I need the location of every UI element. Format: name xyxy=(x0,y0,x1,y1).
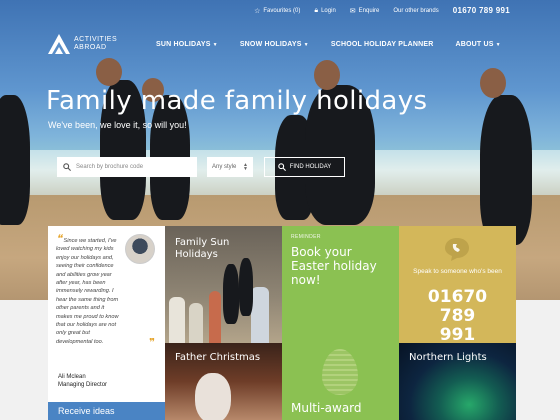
testimonial-quote: Since we started, I've loved watching my… xyxy=(56,238,119,345)
surfer xyxy=(239,258,253,316)
star-icon: ☆ xyxy=(254,7,261,15)
header-phone[interactable]: 01670 789 991 xyxy=(453,6,510,15)
testimonial-name: Ali Mclean xyxy=(58,374,86,380)
receive-ideas-tile[interactable]: Receive ideas xyxy=(48,402,165,420)
surfer xyxy=(223,264,239,324)
quote-open-icon: ❝ xyxy=(56,233,62,245)
favourites-link[interactable]: ☆ Favourites (0) xyxy=(254,7,300,15)
testimonial-card: ❝ Since we started, I've loved watching … xyxy=(48,226,165,402)
select-arrows-icon: ▲ ▼ xyxy=(243,162,248,172)
easter-egg-icon xyxy=(322,349,358,395)
multi-award-tile[interactable]: Multi-award xyxy=(282,343,399,420)
site-logo[interactable]: ACTIVITIES ABROAD xyxy=(48,34,117,54)
family-sun-holidays-tile[interactable]: Family Sun Holidays xyxy=(165,226,282,343)
hero-headline: Family made family holidays xyxy=(46,86,428,116)
hero-subheadline: We've been, we love it, so will you! xyxy=(48,120,187,130)
surfboard xyxy=(169,297,185,343)
other-brands-link[interactable]: Our other brands xyxy=(393,8,438,14)
nav-school-holiday-planner[interactable]: SCHOOL HOLIDAY PLANNER xyxy=(331,41,434,48)
logo-line-1: ACTIVITIES xyxy=(74,36,118,43)
hero-runner xyxy=(480,95,532,245)
nav-sun-holidays[interactable]: SUN HOLIDAYS ▼ xyxy=(156,41,218,48)
father-christmas-figure xyxy=(195,373,231,420)
quote-close-icon: ❞ xyxy=(149,337,155,349)
envelope-icon: ✉ xyxy=(349,7,356,15)
search-placeholder: Search by brochure code xyxy=(76,164,144,170)
chevron-down-icon: ▼ xyxy=(303,42,309,48)
nav-snow-holidays[interactable]: SNOW HOLIDAYS ▼ xyxy=(240,41,309,48)
hero-runner xyxy=(0,95,30,225)
easter-reminder-tile[interactable]: REMINDER Book your Easter holiday now! xyxy=(282,226,399,343)
promo-tiles: ❝ Since we started, I've loved watching … xyxy=(48,226,516,420)
hero-runner-head xyxy=(96,58,122,86)
surfboard xyxy=(209,291,221,343)
nav-about-us[interactable]: ABOUT US ▼ xyxy=(456,41,501,48)
testimonial-role: Managing Director xyxy=(58,382,108,388)
search-icon xyxy=(63,163,71,171)
northern-lights-tile[interactable]: Northern Lights xyxy=(399,343,516,420)
father-christmas-tile[interactable]: Father Christmas xyxy=(165,343,282,420)
avatar xyxy=(125,234,155,264)
brochure-search-input[interactable]: Search by brochure code xyxy=(57,157,197,177)
chevron-down-icon: ▼ xyxy=(495,42,501,48)
surfboard xyxy=(251,287,269,343)
login-link[interactable]: 🔒︎ Login xyxy=(314,7,335,15)
hero-runner-head xyxy=(480,68,506,98)
find-holiday-button[interactable]: FIND HOLIDAY xyxy=(264,157,345,177)
style-select[interactable]: Any style ▲ ▼ xyxy=(207,157,253,177)
chat-bubble-icon xyxy=(445,238,469,261)
logo-line-2: ABROAD xyxy=(74,44,107,51)
surfboard xyxy=(189,303,203,343)
lock-icon: 🔒︎ xyxy=(314,6,319,14)
speak-to-us-tile[interactable]: Speak to someone who's been 01670 789 99… xyxy=(399,226,516,343)
main-nav: SUN HOLIDAYS ▼ SNOW HOLIDAYS ▼ SCHOOL HOLI… xyxy=(156,41,501,48)
mountain-logo-icon xyxy=(48,34,70,54)
utility-bar: ☆ Favourites (0) 🔒︎ Login ✉ Enquire Our oth… xyxy=(254,6,510,15)
enquire-link[interactable]: ✉ Enquire xyxy=(350,7,380,15)
search-icon xyxy=(277,163,286,171)
chevron-down-icon: ▼ xyxy=(212,42,218,48)
